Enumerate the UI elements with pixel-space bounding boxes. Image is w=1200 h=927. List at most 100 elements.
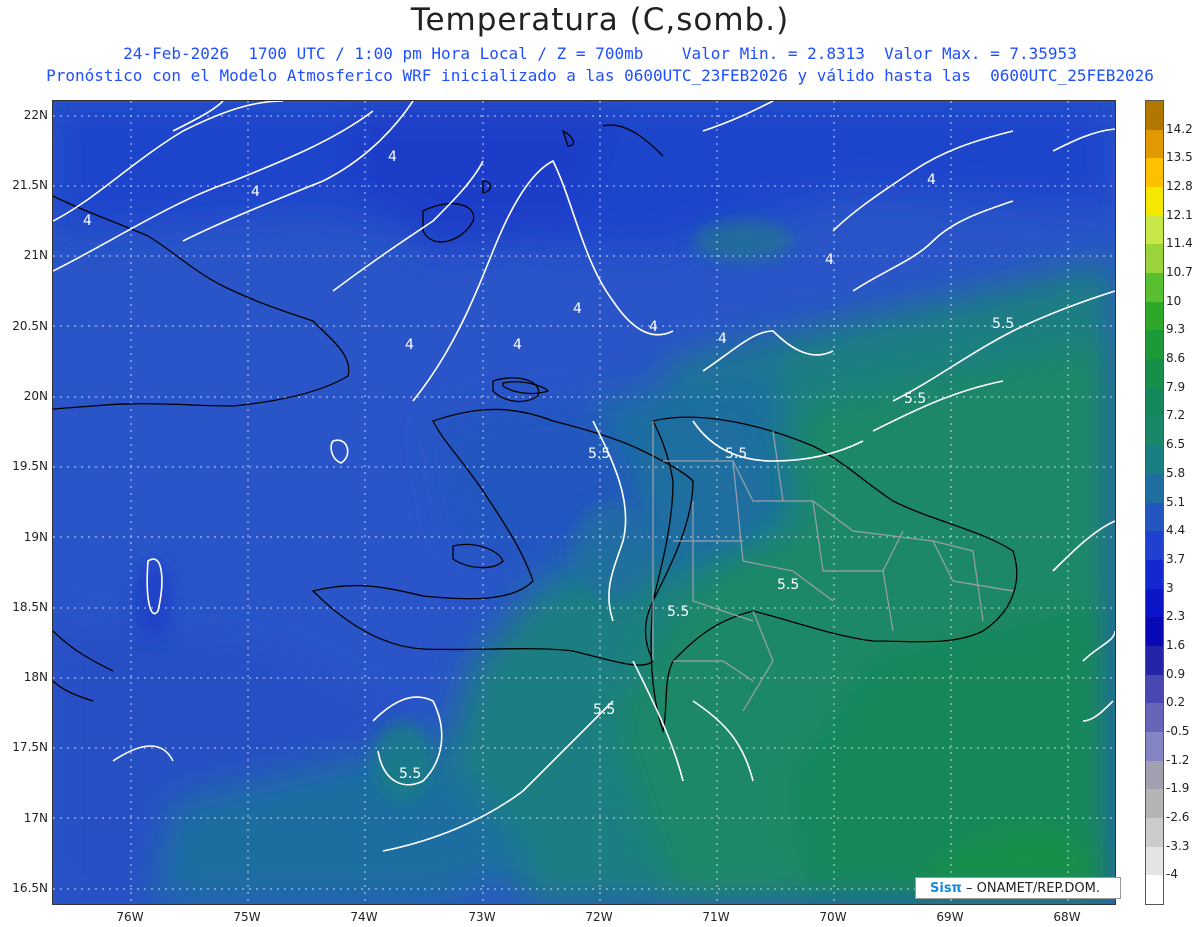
- contour-label: 5.5: [667, 604, 689, 620]
- colorbar-cell: [1146, 330, 1163, 360]
- colorbar-label: 14.2: [1166, 121, 1193, 136]
- colorbar-label: -1.9: [1166, 781, 1190, 796]
- colorbar-label: 0.2: [1166, 695, 1186, 710]
- credit-text: – ONAMET/REP.DOM.: [961, 881, 1100, 896]
- contour-label: 5.5: [399, 766, 421, 782]
- colorbar-cell: [1146, 875, 1163, 905]
- contour-label: 5.5: [588, 446, 610, 462]
- colorbar-cell: [1146, 846, 1163, 876]
- lat-label: 19N: [23, 530, 48, 544]
- colorbar-cell: [1146, 187, 1163, 217]
- colorbar-label: 9.3: [1166, 322, 1186, 337]
- lon-label: 73W: [468, 910, 496, 924]
- lon-label: 76W: [116, 910, 144, 924]
- contour-label: 4: [83, 213, 92, 229]
- contour-label: 4: [573, 301, 582, 317]
- contour-label: 4: [927, 172, 936, 188]
- colorbar-label: 11.4: [1166, 236, 1193, 251]
- contour-label: 4: [825, 252, 834, 268]
- colorbar-label: 8.6: [1166, 351, 1186, 366]
- colorbar-cell: [1146, 617, 1163, 647]
- colorbar-cell: [1146, 273, 1163, 303]
- lat-label: 22N: [23, 108, 48, 122]
- contour-label: 5.5: [777, 577, 799, 593]
- lon-label: 72W: [585, 910, 613, 924]
- lat-label: 20.5N: [12, 319, 48, 333]
- colorbar-label: 1.6: [1166, 637, 1186, 652]
- colorbar-label: -2.6: [1166, 809, 1190, 824]
- map-svg: 4 4 4 4 4 4 4 4 4 4 5.5 5.5 5.5 5.5 5.5 …: [53, 101, 1115, 904]
- colorbar-label: 7.2: [1166, 408, 1186, 423]
- colorbar-label: 0.9: [1166, 666, 1186, 681]
- colorbar-cell: [1146, 531, 1163, 561]
- colorbar-cell: [1146, 559, 1163, 590]
- colorbar-label: 10: [1166, 293, 1182, 308]
- contour-label: 5.5: [593, 702, 615, 718]
- colorbar-label: -1.2: [1166, 752, 1190, 767]
- colorbar-cell: [1146, 359, 1163, 389]
- colorbar-cell: [1146, 215, 1163, 245]
- contour-label: 4: [649, 319, 658, 335]
- colorbar-label: 4.4: [1166, 523, 1186, 538]
- colorbar-cell: [1146, 674, 1163, 704]
- colorbar-label: -3.3: [1166, 838, 1190, 853]
- subtitle-model-info: Pronóstico con el Modelo Atmosferico WRF…: [46, 66, 1154, 85]
- colorbar-cell: [1146, 387, 1163, 417]
- colorbar-cell: [1146, 789, 1163, 819]
- lat-label: 19.5N: [12, 459, 48, 473]
- lon-label: 74W: [350, 910, 378, 924]
- colorbar-cell: [1146, 301, 1163, 331]
- lon-label: 75W: [233, 910, 261, 924]
- colorbar-cell: [1146, 588, 1163, 618]
- colorbar-cell: [1146, 703, 1163, 733]
- colorbar-cell: [1146, 731, 1163, 762]
- colorbar-label: -4: [1166, 867, 1178, 882]
- lat-label: 18N: [23, 670, 48, 684]
- contour-label: 5.5: [904, 391, 926, 407]
- lat-label: 21.5N: [12, 178, 48, 192]
- colorbar-label: -0.5: [1166, 723, 1190, 738]
- lat-label: 20N: [23, 389, 48, 403]
- credit-box: Sisπ – ONAMET/REP.DOM.: [915, 877, 1121, 899]
- colorbar-label: 5.8: [1166, 465, 1186, 480]
- colorbar-cell: [1146, 760, 1163, 790]
- contour-label: 4: [388, 149, 397, 165]
- map-title: Temperatura (C,somb.): [410, 2, 790, 38]
- colorbar-cell: [1146, 645, 1163, 676]
- map-panel[interactable]: 4 4 4 4 4 4 4 4 4 4 5.5 5.5 5.5 5.5 5.5 …: [52, 100, 1116, 905]
- lat-label: 17N: [23, 811, 48, 825]
- colorbar-label: 3: [1166, 580, 1174, 595]
- contour-label: 4: [513, 337, 522, 353]
- lon-label: 70W: [819, 910, 847, 924]
- colorbar-label: 13.5: [1166, 150, 1193, 165]
- colorbar-label: 7.9: [1166, 379, 1186, 394]
- colorbar-cell: [1146, 101, 1163, 131]
- contour-label: 5.5: [725, 446, 747, 462]
- contour-label: 4: [251, 184, 260, 200]
- subtitle-run-info: 24-Feb-2026 1700 UTC / 1:00 pm Hora Loca…: [123, 44, 1077, 63]
- colorbar-cell: [1146, 473, 1163, 503]
- sispi-logo: Sisπ: [930, 881, 962, 896]
- colorbar-cell: [1146, 502, 1163, 532]
- colorbar-label: 3.7: [1166, 551, 1186, 566]
- colorbar-label: 12.8: [1166, 179, 1193, 194]
- colorbar-label: 6.5: [1166, 437, 1186, 452]
- lat-label: 16.5N: [12, 881, 48, 895]
- colorbar-cell: [1146, 416, 1163, 446]
- lon-label: 71W: [702, 910, 730, 924]
- colorbar-label: 10.7: [1166, 265, 1193, 280]
- colorbar-label: 2.3: [1166, 609, 1186, 624]
- lat-label: 21N: [23, 248, 48, 262]
- colorbar-cell: [1146, 445, 1163, 475]
- lat-label: 18.5N: [12, 600, 48, 614]
- colorbar-cell: [1146, 158, 1163, 188]
- lon-label: 68W: [1053, 910, 1081, 924]
- colorbar-cell: [1146, 244, 1163, 274]
- lat-label: 17.5N: [12, 740, 48, 754]
- contour-label: 4: [718, 331, 727, 347]
- colorbar-label: 12.1: [1166, 207, 1193, 222]
- contour-label: 5.5: [992, 316, 1014, 332]
- lon-label: 69W: [936, 910, 964, 924]
- colorbar-cell: [1146, 817, 1163, 848]
- colorbar-label: 5.1: [1166, 494, 1186, 509]
